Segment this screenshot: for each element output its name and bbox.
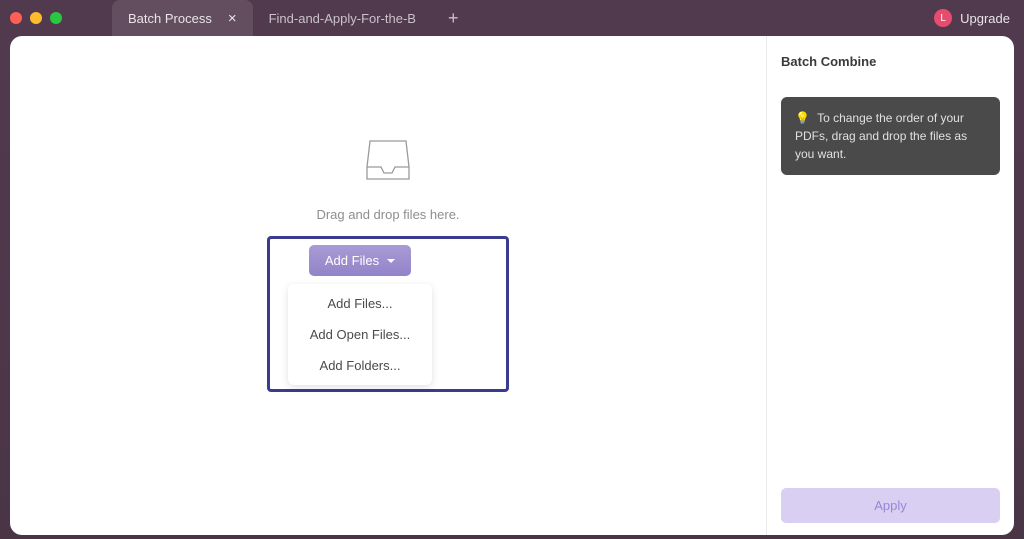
- sidebar: Batch Combine 💡 To change the order of y…: [766, 36, 1014, 535]
- maximize-window-button[interactable]: [50, 12, 62, 24]
- close-icon[interactable]: ×: [228, 11, 237, 26]
- avatar[interactable]: L: [934, 9, 952, 27]
- window-controls: [10, 12, 62, 24]
- chevron-down-icon: [387, 259, 395, 263]
- minimize-window-button[interactable]: [30, 12, 42, 24]
- upgrade-link[interactable]: Upgrade: [960, 11, 1010, 26]
- tab-label: Batch Process: [128, 11, 212, 26]
- add-files-button[interactable]: Add Files: [309, 245, 411, 276]
- drop-area[interactable]: Drag and drop files here. Add Files Add …: [267, 139, 509, 392]
- tip-text: To change the order of your PDFs, drag a…: [795, 111, 967, 161]
- tab-strip: Batch Process × Find-and-Apply-For-the-B…: [112, 0, 475, 36]
- inbox-icon: [365, 139, 411, 181]
- menu-item-add-open-files[interactable]: Add Open Files...: [288, 319, 432, 350]
- top-right-controls: L Upgrade: [934, 0, 1010, 36]
- close-window-button[interactable]: [10, 12, 22, 24]
- drop-hint-text: Drag and drop files here.: [316, 207, 459, 222]
- title-bar: Batch Process × Find-and-Apply-For-the-B…: [0, 0, 1024, 36]
- new-tab-button[interactable]: +: [432, 8, 475, 29]
- tab-batch-process[interactable]: Batch Process ×: [112, 0, 253, 36]
- main-panel: Drag and drop files here. Add Files Add …: [10, 36, 766, 535]
- highlight-annotation: Add Files Add Files... Add Open Files...…: [267, 236, 509, 392]
- add-files-label: Add Files: [325, 253, 379, 268]
- tab-label: Find-and-Apply-For-the-B: [269, 11, 416, 26]
- content-wrap: Drag and drop files here. Add Files Add …: [10, 36, 1014, 535]
- menu-item-add-folders[interactable]: Add Folders...: [288, 350, 432, 381]
- tip-box: 💡 To change the order of your PDFs, drag…: [781, 97, 1000, 175]
- add-files-menu: Add Files... Add Open Files... Add Folde…: [288, 284, 432, 385]
- tab-find-and-apply[interactable]: Find-and-Apply-For-the-B: [253, 0, 432, 36]
- apply-button[interactable]: Apply: [781, 488, 1000, 523]
- menu-item-add-files[interactable]: Add Files...: [288, 288, 432, 319]
- lightbulb-icon: 💡: [795, 111, 810, 125]
- sidebar-title: Batch Combine: [781, 54, 1000, 69]
- avatar-letter: L: [940, 13, 946, 24]
